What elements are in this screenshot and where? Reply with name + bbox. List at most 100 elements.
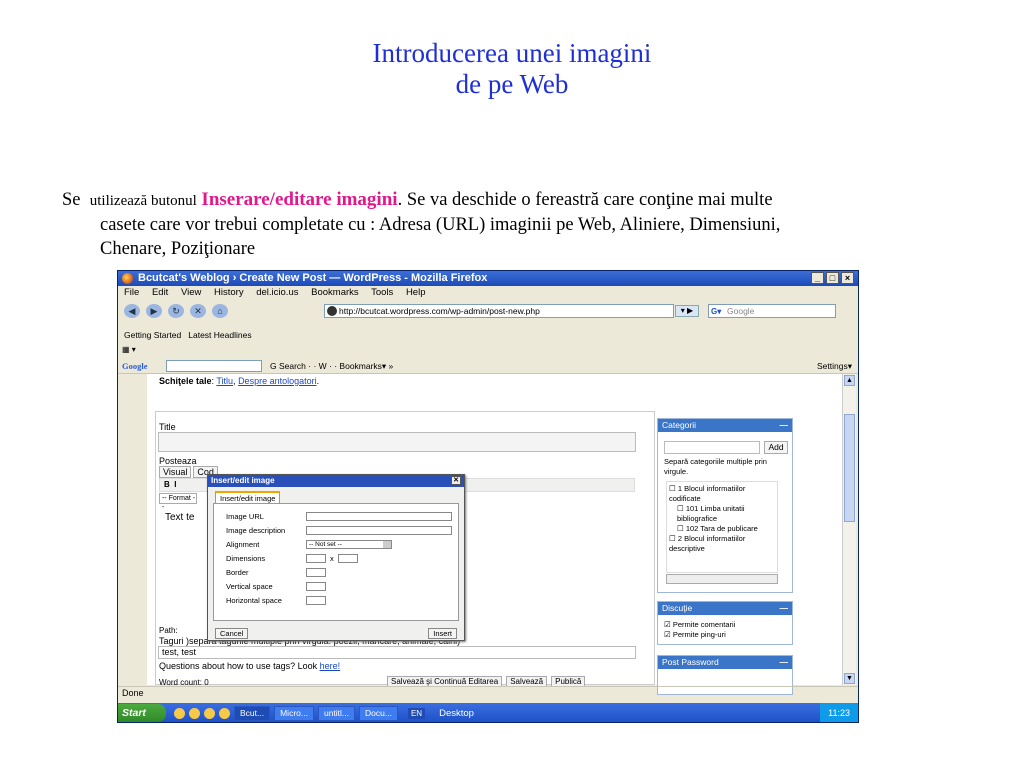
tags-input[interactable]: test, test bbox=[158, 646, 636, 659]
scroll-up-icon[interactable]: ▲ bbox=[844, 375, 855, 386]
dialog-titlebar[interactable]: Insert/edit image ✕ bbox=[208, 475, 464, 487]
page-content: Schiţele tale: Titlu, Despre antologator… bbox=[147, 374, 842, 695]
border-input[interactable] bbox=[306, 568, 326, 577]
google-toolbar-input[interactable] bbox=[166, 360, 262, 372]
reload-icon[interactable]: ↻ bbox=[168, 304, 184, 318]
drafts-label: Schiţele tale bbox=[159, 376, 212, 386]
bookmark-latest-headlines[interactable]: Latest Headlines bbox=[188, 330, 251, 340]
tags-help-link[interactable]: here! bbox=[320, 661, 341, 671]
alignment-select[interactable]: -- Not set -- bbox=[306, 540, 392, 549]
status-bar: Done bbox=[118, 686, 858, 699]
menu-delicious[interactable]: del.icio.us bbox=[256, 287, 298, 298]
insert-image-dialog: Insert/edit image ✕ Insert/edit image Im… bbox=[207, 474, 465, 641]
window-controls: _ □ × bbox=[811, 272, 854, 284]
category-item[interactable]: ☐ 102 Tara de publicare bbox=[669, 524, 775, 534]
draft-link-about[interactable]: Despre antologatori bbox=[238, 376, 317, 386]
back-icon[interactable]: ◀ bbox=[124, 304, 140, 318]
alignment-value: -- Not set -- bbox=[309, 541, 342, 548]
collapse-icon[interactable]: — bbox=[780, 419, 789, 432]
stop-icon[interactable]: ✕ bbox=[190, 304, 206, 318]
new-category-input[interactable] bbox=[664, 441, 760, 454]
wordpress-icon bbox=[327, 306, 337, 316]
system-tray: 11:23 bbox=[820, 703, 858, 722]
vspace-input[interactable] bbox=[306, 582, 326, 591]
task-document[interactable]: Docu... bbox=[359, 705, 398, 721]
scroll-thumb[interactable] bbox=[844, 414, 855, 522]
categories-list: ☐ 1 Blocul informatiilor codificate ☐ 10… bbox=[666, 481, 778, 573]
vspace-label: Vertical space bbox=[226, 582, 273, 591]
search-input[interactable]: G▾ Google bbox=[708, 304, 836, 318]
collapse-icon[interactable]: — bbox=[780, 656, 789, 669]
maximize-button[interactable]: □ bbox=[826, 272, 839, 284]
taskbar: Start Bcut... Micro... untitl... Docu...… bbox=[118, 703, 858, 722]
address-bar[interactable]: http://bcutcat.wordpress.com/wp-admin/po… bbox=[324, 304, 674, 318]
dialog-close-icon[interactable]: ✕ bbox=[451, 476, 461, 485]
tags-question: Questions about how to use tags? Look bbox=[159, 661, 320, 671]
extra-toolbar-icon[interactable]: ▦ ▾ bbox=[122, 342, 136, 358]
cancel-button[interactable]: Cancel bbox=[215, 628, 249, 639]
format-select[interactable]: -- Format -- bbox=[159, 493, 197, 511]
category-item[interactable]: ☐ 101 Limba unitatii bibliografice bbox=[669, 504, 775, 524]
menu-edit[interactable]: Edit bbox=[152, 287, 168, 298]
add-category-button[interactable]: Add bbox=[764, 441, 788, 454]
height-input[interactable] bbox=[338, 554, 358, 563]
scroll-down-icon[interactable]: ▼ bbox=[844, 673, 855, 684]
body-prefix-b: utilizează butonul bbox=[89, 193, 197, 209]
go-button[interactable]: ▾ ▶ bbox=[675, 305, 699, 317]
quick-launch-icon[interactable] bbox=[204, 707, 215, 719]
tab-visual[interactable]: Visual bbox=[159, 466, 192, 478]
discussion-header[interactable]: Discuţie — bbox=[658, 602, 792, 615]
window-titlebar[interactable]: Bcutcat's Weblog › Create New Post — Wor… bbox=[118, 271, 858, 286]
editor-path: Path: bbox=[159, 626, 178, 635]
quick-launch-icon[interactable] bbox=[219, 707, 230, 719]
close-button[interactable]: × bbox=[841, 272, 854, 284]
minimize-button[interactable]: _ bbox=[811, 272, 824, 284]
slide-title: Introducerea unei imagini de pe Web bbox=[0, 38, 1024, 100]
page-scrollbar[interactable]: ▲ ▼ bbox=[842, 374, 856, 685]
menu-help[interactable]: Help bbox=[406, 287, 426, 298]
bookmark-getting-started[interactable]: Getting Started bbox=[124, 330, 181, 340]
task-firefox[interactable]: Bcut... bbox=[234, 705, 271, 721]
menu-tools[interactable]: Tools bbox=[371, 287, 393, 298]
width-input[interactable] bbox=[306, 554, 326, 563]
google-toolbar-items[interactable]: G Search · · W · · Bookmarks▾ » bbox=[270, 358, 393, 374]
image-url-input[interactable] bbox=[306, 512, 452, 521]
google-logo: Google bbox=[122, 361, 148, 371]
language-indicator[interactable]: EN bbox=[407, 707, 426, 719]
image-description-input[interactable] bbox=[306, 526, 452, 535]
allow-pings-checkbox[interactable]: ☑ Permite ping-uri bbox=[658, 630, 792, 640]
allow-comments-checkbox[interactable]: ☑ Permite comentarii bbox=[658, 620, 792, 630]
menu-bar: File Edit View History del.icio.us Bookm… bbox=[118, 286, 858, 300]
category-item[interactable]: ☐ 1 Blocul informatiilor codificate bbox=[669, 484, 775, 504]
collapse-icon[interactable]: — bbox=[780, 602, 789, 615]
menu-bookmarks[interactable]: Bookmarks bbox=[311, 287, 359, 298]
category-item[interactable]: ☐ 2 Blocul informatiilor descriptive bbox=[669, 534, 775, 554]
categories-title: Categorii bbox=[662, 420, 697, 430]
start-button[interactable]: Start bbox=[118, 704, 166, 722]
menu-view[interactable]: View bbox=[181, 287, 201, 298]
insert-button[interactable]: Insert bbox=[428, 628, 457, 639]
categories-hscroll[interactable] bbox=[666, 574, 778, 584]
discussion-box: Discuţie — ☑ Permite comentarii ☑ Permit… bbox=[657, 601, 793, 645]
quick-launch-icon[interactable] bbox=[174, 707, 185, 719]
google-settings[interactable]: Settings▾ bbox=[817, 358, 852, 374]
quick-launch-icon[interactable] bbox=[189, 707, 200, 719]
window-title: Bcutcat's Weblog › Create New Post — Wor… bbox=[138, 272, 488, 284]
home-icon[interactable]: ⌂ bbox=[212, 304, 228, 318]
menu-file[interactable]: File bbox=[124, 287, 139, 298]
hspace-input[interactable] bbox=[306, 596, 326, 605]
menu-history[interactable]: History bbox=[214, 287, 244, 298]
task-micro[interactable]: Micro... bbox=[274, 705, 314, 721]
password-header[interactable]: Post Password — bbox=[658, 656, 792, 669]
draft-link-title[interactable]: Titlu bbox=[216, 376, 233, 386]
title-input[interactable] bbox=[158, 432, 636, 452]
forward-icon[interactable]: ▶ bbox=[146, 304, 162, 318]
drafts-row: Schiţele tale: Titlu, Despre antologator… bbox=[159, 376, 320, 386]
desktop-toolbar[interactable]: Desktop bbox=[439, 708, 474, 719]
firefox-icon bbox=[122, 273, 133, 284]
task-untitled[interactable]: untitl... bbox=[317, 705, 356, 721]
google-search-icon: G▾ bbox=[711, 307, 722, 316]
categories-hint: Separă categoriile multiple prin virgule… bbox=[664, 457, 767, 476]
categories-header[interactable]: Categorii — bbox=[658, 419, 792, 432]
status-text: Done bbox=[122, 688, 144, 698]
